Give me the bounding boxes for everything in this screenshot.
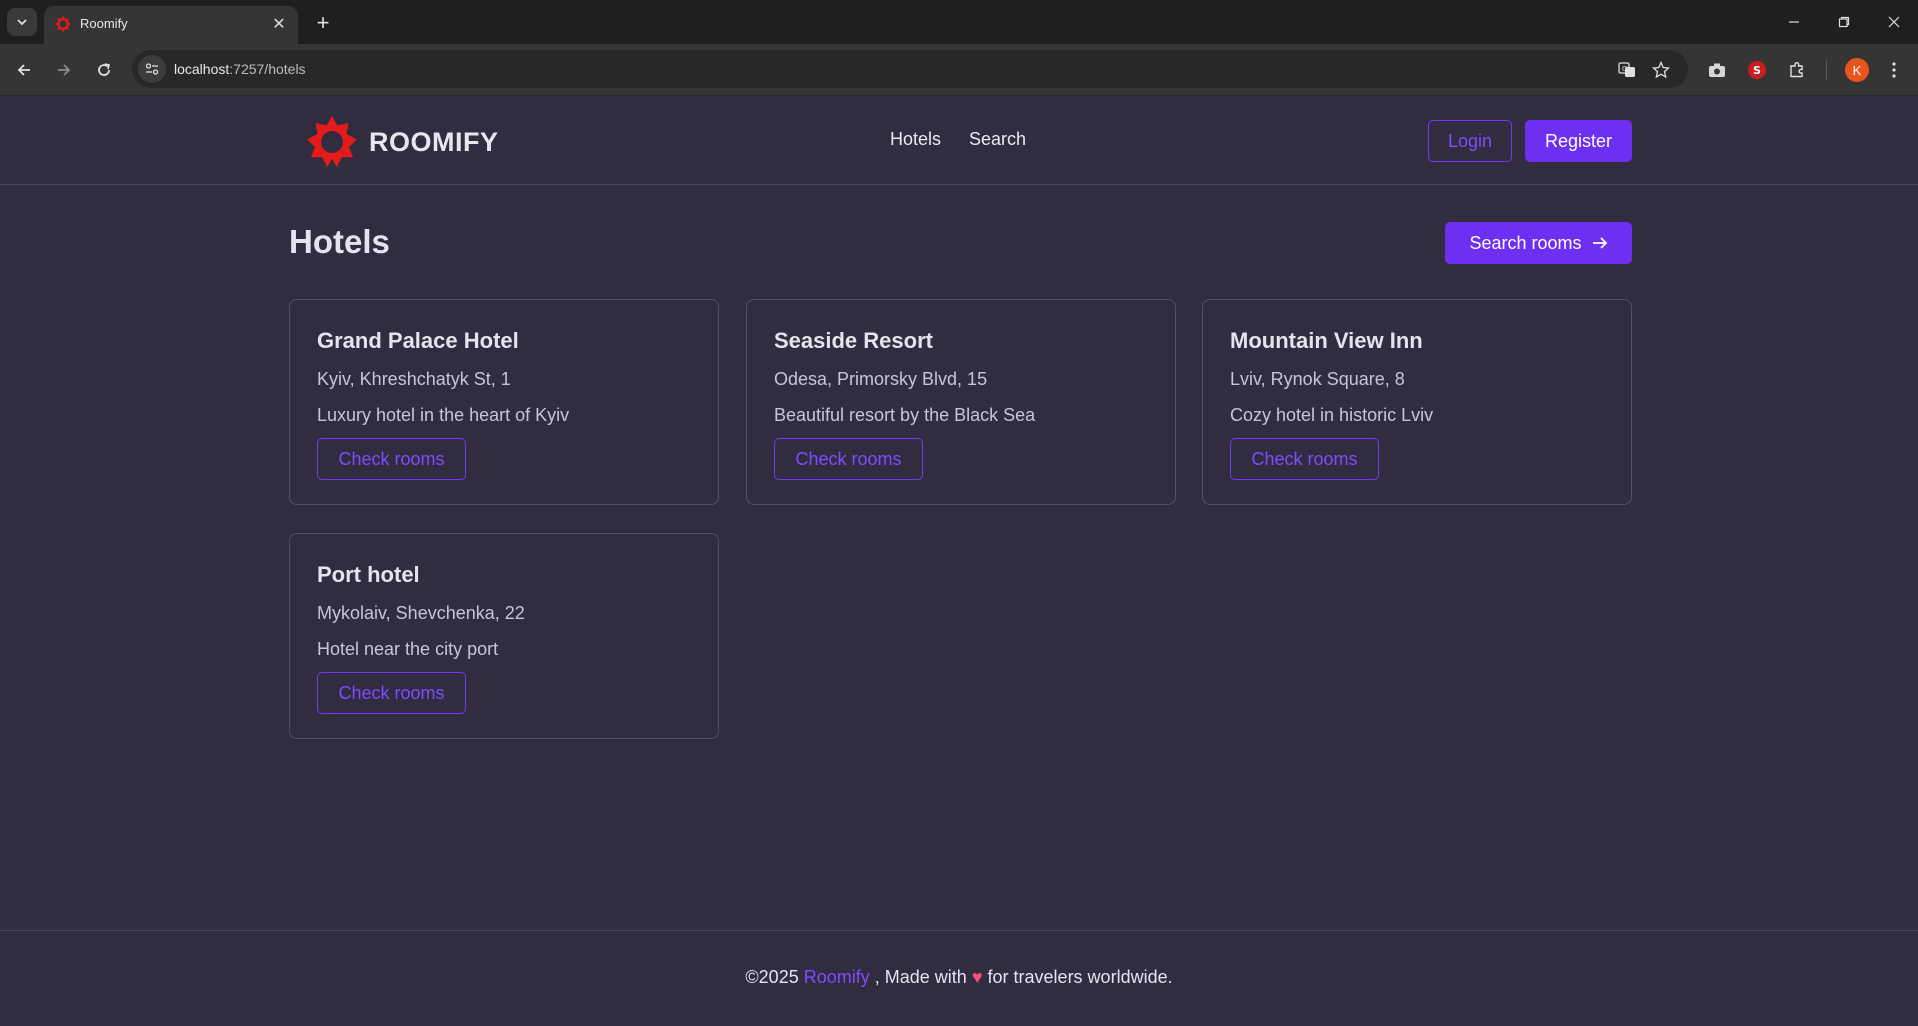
footer-copyright: ©2025 [745,967,799,987]
footer-suffix: for travelers worldwide. [987,967,1173,987]
nav-search-link[interactable]: Search [969,129,1026,150]
hotel-card: Seaside Resort Odesa, Primorsky Blvd, 15… [746,299,1176,505]
check-rooms-button[interactable]: Check rooms [317,438,466,480]
hotel-address: Lviv, Rynok Square, 8 [1230,369,1405,389]
minimize-icon[interactable] [1774,8,1814,36]
main-nav: Hotels Search [890,129,1026,150]
logo-text: ROOMIFY [369,126,499,157]
close-window-icon[interactable] [1874,8,1914,36]
check-rooms-button[interactable]: Check rooms [317,672,466,714]
nav-hotels-link[interactable]: Hotels [890,129,941,150]
logo[interactable]: ROOMIFY [305,115,499,169]
chevron-down-icon [17,19,27,26]
camera-icon[interactable] [1704,57,1730,83]
heart-icon: ♥ [971,967,983,987]
back-icon[interactable] [10,56,38,84]
footer-made-with: , Made with [874,967,967,987]
site-header: ROOMIFY Hotels Search Login Register [0,97,1918,185]
new-tab-icon[interactable]: + [310,10,336,36]
browser-toolbar: localhost:7257/hotels G S K [0,44,1918,96]
page-title: Hotels [289,223,390,260]
hotel-address: Odesa, Primorsky Blvd, 15 [774,369,988,389]
url-text[interactable]: localhost:7257/hotels [174,61,306,77]
site-footer: ©2025 Roomify , Made with ♥ for traveler… [0,930,1918,1026]
reload-icon[interactable] [90,56,118,84]
toolbar-divider [1826,60,1827,80]
tab-title: Roomify [80,16,128,31]
svg-text:S: S [1753,64,1761,77]
address-bar[interactable]: localhost:7257/hotels G [132,50,1688,88]
hotel-address: Kyiv, Khreshchatyk St, 1 [317,369,511,389]
browser-tabstrip: Roomify ✕ + [0,0,1918,44]
arrow-right-icon [1592,237,1607,249]
hotel-name: Port hotel [317,562,420,587]
favicon-icon [54,15,72,33]
login-button[interactable]: Login [1428,120,1512,162]
search-rooms-label: Search rooms [1469,232,1582,253]
browser-menu-icon[interactable] [1881,57,1907,83]
hotel-description: Cozy hotel in historic Lviv [1230,405,1434,425]
footer-text: ©2025 Roomify , Made with ♥ for traveler… [0,967,1918,988]
bookmark-star-icon[interactable] [1650,59,1672,81]
register-button[interactable]: Register [1525,120,1632,162]
hotel-description: Beautiful resort by the Black Sea [774,405,1036,425]
hotel-card: Grand Palace Hotel Kyiv, Khreshchatyk St… [289,299,719,505]
hotel-address: Mykolaiv, Shevchenka, 22 [317,603,525,623]
logo-star-icon [307,116,357,167]
tab-search-button[interactable] [7,8,37,36]
browser-tab[interactable]: Roomify ✕ [44,6,298,44]
hotel-card: Mountain View Inn Lviv, Rynok Square, 8 … [1202,299,1632,505]
translate-icon[interactable]: G [1616,59,1638,81]
hotel-name: Mountain View Inn [1230,328,1423,353]
restore-icon[interactable] [1824,8,1864,36]
seo-extension-icon[interactable]: S [1744,57,1770,83]
hotel-card: Port hotel Mykolaiv, Shevchenka, 22 Hote… [289,533,719,739]
hotel-name: Seaside Resort [774,328,933,353]
hotel-name: Grand Palace Hotel [317,328,519,353]
check-rooms-button[interactable]: Check rooms [774,438,923,480]
tab-close-icon[interactable]: ✕ [268,13,290,35]
site-info-icon[interactable] [138,55,166,83]
extensions-puzzle-icon[interactable] [1784,57,1810,83]
page: ROOMIFY Hotels Search Login Register Hot… [0,97,1918,1026]
hotel-description: Luxury hotel in the heart of Kyiv [317,405,570,425]
forward-icon[interactable] [50,56,78,84]
hotel-description: Hotel near the city port [317,639,499,659]
footer-brand-link[interactable]: Roomify [804,967,870,987]
svg-text:G: G [1622,65,1627,73]
profile-avatar[interactable]: K [1845,58,1869,82]
search-rooms-button[interactable]: Search rooms [1445,222,1632,264]
check-rooms-button[interactable]: Check rooms [1230,438,1379,480]
